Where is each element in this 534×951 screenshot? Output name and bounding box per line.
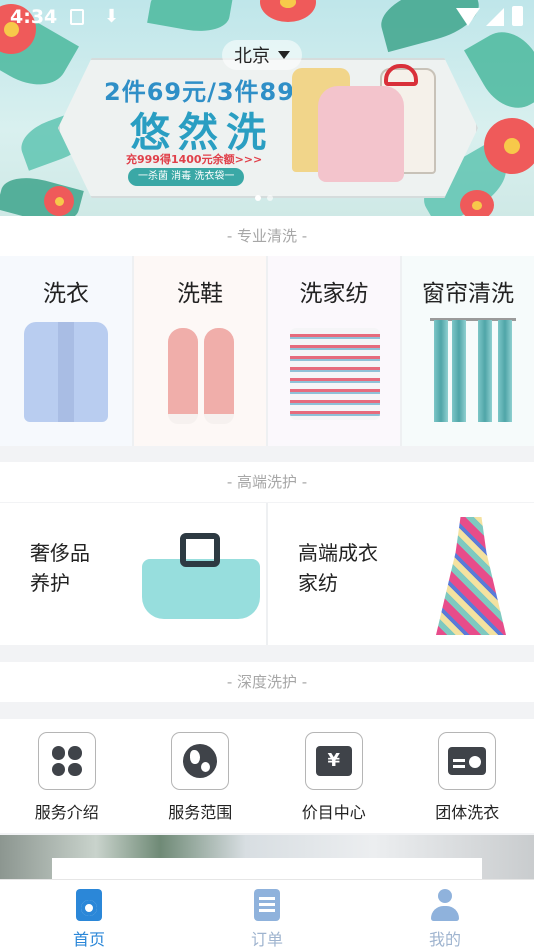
- service-label: 团体洗衣: [435, 803, 500, 822]
- shoe-image: [168, 328, 198, 424]
- id-card-icon: [438, 732, 497, 790]
- banner-pager: [255, 195, 273, 201]
- pager-dot: [267, 195, 273, 201]
- user-icon: [431, 889, 459, 921]
- service-intro[interactable]: 服务介绍: [0, 719, 134, 833]
- curtain-image: [498, 320, 512, 422]
- pink-down-jacket-image: [318, 86, 404, 182]
- globe-icon: [171, 732, 230, 790]
- promo-banner[interactable]: 4:34 ⬇ 北京 2件69元/3件89元 悠然洗 充999得1400元余额>>…: [0, 0, 534, 216]
- pro-wash-title: 洗衣: [43, 281, 89, 307]
- battery-icon: [512, 6, 523, 26]
- status-bar: 4:34 ⬇: [0, 0, 534, 34]
- tab-home[interactable]: 首页: [0, 880, 178, 951]
- tab-label: 我的: [428, 930, 461, 949]
- curtain-image: [478, 320, 492, 422]
- pro-wash-bedding[interactable]: 洗家纺: [268, 256, 400, 446]
- promo-tag: 一杀菌 消毒 洗衣袋一: [128, 168, 245, 186]
- signal-icon: [486, 8, 504, 26]
- tab-label: 首页: [72, 930, 105, 949]
- service-label: 服务介绍: [34, 803, 99, 822]
- handbag-image: [142, 559, 260, 619]
- handbag-handle-image: [180, 533, 220, 567]
- order-list-icon: [254, 889, 280, 921]
- service-menu: 服务介绍 服务范围 ¥ 价目中心 团体洗衣: [0, 719, 534, 833]
- red-hood-image: [384, 64, 418, 86]
- promo-photo-panel: [52, 858, 482, 879]
- download-icon: ⬇: [104, 6, 120, 27]
- section-label-pro-wash: - 专业清洗 -: [0, 216, 534, 256]
- promo-recharge: 充999得1400元余额>>>: [126, 153, 263, 166]
- premium-title-line2: 养护: [30, 571, 70, 595]
- premium-title-line1: 奢侈品: [30, 541, 90, 565]
- curtain-image: [452, 320, 466, 422]
- shirt-image: [24, 322, 108, 422]
- app-root: 4:34 ⬇ 北京 2件69元/3件89元 悠然洗 充999得1400元余额>>…: [0, 0, 534, 951]
- tab-orders[interactable]: 订单: [178, 880, 356, 951]
- caret-down-icon: [278, 51, 290, 59]
- tab-mine[interactable]: 我的: [356, 880, 534, 951]
- city-label: 北京: [234, 46, 270, 67]
- leaf-decoration: [464, 20, 534, 120]
- clover-icon: [37, 732, 96, 790]
- service-label: 价目中心: [301, 803, 366, 822]
- bedding-image: [290, 328, 380, 420]
- flower-decoration: [460, 190, 494, 216]
- premium-luxury-care[interactable]: 奢侈品 养护: [0, 503, 266, 645]
- city-selector[interactable]: 北京: [222, 40, 302, 70]
- section-label-deep-care: - 深度洗护 -: [0, 662, 534, 702]
- flower-decoration: [484, 118, 534, 174]
- pro-wash-grid: 洗衣 洗鞋 洗家纺 窗帘清洗: [0, 256, 534, 446]
- bottom-tab-bar: 首页 订单 我的: [0, 879, 534, 951]
- premium-garments-care[interactable]: 高端成衣 家纺: [268, 503, 534, 645]
- pager-dot: [255, 195, 261, 201]
- service-label: 服务范围: [168, 803, 233, 822]
- dress-image: [436, 517, 506, 635]
- shoe-image: [204, 328, 234, 424]
- notification-icon: [70, 9, 84, 25]
- promo-title: 悠然洗: [130, 110, 274, 156]
- section-label-premium-care: - 高端洗护 -: [0, 462, 534, 502]
- service-scope[interactable]: 服务范围: [134, 719, 268, 833]
- status-time: 4:34: [10, 6, 58, 28]
- pro-wash-shoes[interactable]: 洗鞋: [134, 256, 266, 446]
- service-group-laundry[interactable]: 团体洗衣: [401, 719, 534, 833]
- premium-care-grid: 奢侈品 养护 高端成衣 家纺: [0, 503, 534, 645]
- premium-title-line1: 高端成衣: [298, 541, 378, 565]
- pro-wash-curtains[interactable]: 窗帘清洗: [402, 256, 534, 446]
- flower-decoration: [44, 186, 74, 216]
- pro-wash-title: 洗家纺: [299, 281, 369, 307]
- service-price-center[interactable]: ¥ 价目中心: [267, 719, 401, 833]
- pro-wash-laundry[interactable]: 洗衣: [0, 256, 132, 446]
- premium-title-line2: 家纺: [298, 571, 338, 595]
- tab-label: 订单: [250, 930, 283, 949]
- wifi-icon: [456, 8, 480, 26]
- curtain-image: [434, 320, 448, 422]
- price-icon: ¥: [304, 732, 363, 790]
- pro-wash-title: 窗帘清洗: [422, 281, 514, 307]
- washer-icon: [76, 889, 102, 921]
- pro-wash-title: 洗鞋: [177, 281, 223, 307]
